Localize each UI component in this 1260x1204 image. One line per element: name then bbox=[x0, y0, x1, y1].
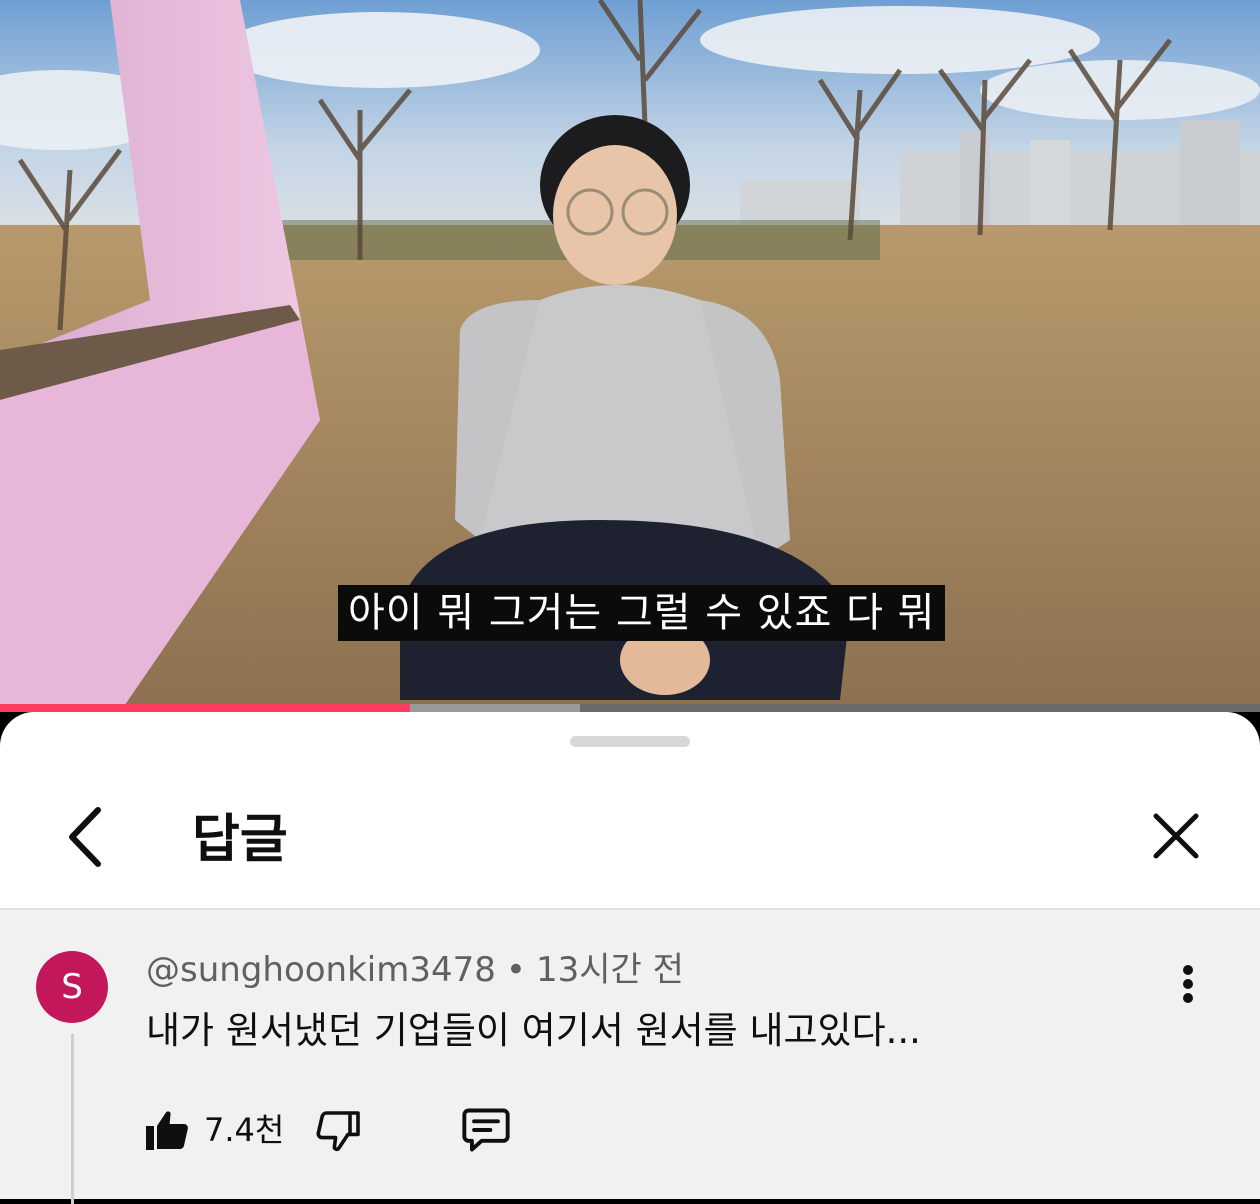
video-subtitle: 아이 뭐 그거는 그럴 수 있죠 다 뭐 bbox=[338, 585, 946, 641]
video-progress-bar[interactable] bbox=[0, 704, 1260, 712]
close-icon bbox=[1153, 813, 1199, 859]
avatar[interactable]: S bbox=[36, 951, 108, 1023]
meta-separator: • bbox=[505, 950, 526, 990]
thumbs-up-filled-icon bbox=[146, 1111, 188, 1150]
comment-item: S @sunghoonkim3478 • 13시간 전 내가 원서냈던 기업들이 여… bbox=[0, 910, 1260, 1204]
like-button[interactable] bbox=[142, 1100, 196, 1160]
progress-played bbox=[0, 704, 410, 712]
comment-actions: 7.4천 bbox=[142, 1100, 642, 1160]
reply-button[interactable] bbox=[458, 1100, 518, 1160]
more-options-button[interactable] bbox=[1166, 960, 1210, 1008]
comment-text: 내가 원서냈던 기업들이 여기서 원서를 내고있다... bbox=[146, 1009, 921, 1052]
back-button[interactable] bbox=[52, 802, 116, 872]
comment-time: 13시간 전 bbox=[535, 950, 684, 990]
video-player[interactable]: 아이 뭐 그거는 그럴 수 있죠 다 뭐 bbox=[0, 0, 1260, 712]
comment-bubble-icon bbox=[462, 1108, 510, 1152]
like-count: 7.4천 bbox=[204, 1111, 285, 1149]
reply-thread-line bbox=[71, 1034, 74, 1204]
comment-meta: @sunghoonkim3478 • 13시간 전 bbox=[146, 950, 684, 990]
close-button[interactable] bbox=[1140, 800, 1212, 872]
sheet-header: 답글 bbox=[0, 772, 1260, 910]
dislike-button[interactable] bbox=[312, 1100, 366, 1160]
comment-author[interactable]: @sunghoonkim3478 bbox=[146, 950, 496, 990]
sheet-drag-handle[interactable] bbox=[570, 736, 690, 747]
thumbs-down-outline-icon bbox=[316, 1111, 360, 1152]
more-vertical-icon bbox=[1183, 965, 1193, 1003]
chevron-left-icon bbox=[69, 807, 101, 867]
sheet-title: 답글 bbox=[192, 810, 288, 870]
replies-sheet: 답글 S @sunghoonkim3478 • 13시간 전 내가 원서냈던 기업들… bbox=[0, 712, 1260, 1204]
